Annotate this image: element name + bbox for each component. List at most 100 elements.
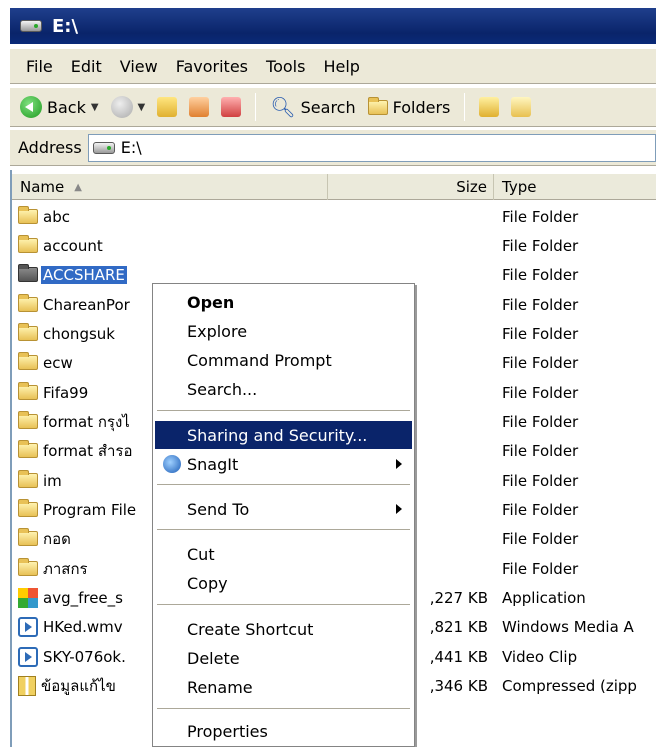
drive-icon <box>92 141 115 154</box>
menu-file[interactable]: File <box>20 57 65 76</box>
submenu-arrow-icon <box>396 504 402 514</box>
file-type: Application <box>502 588 586 607</box>
views-button[interactable] <box>475 94 503 120</box>
file-type: File Folder <box>502 559 579 578</box>
shared-folder-icon <box>18 264 38 282</box>
forward-button[interactable]: ▼ <box>107 93 150 121</box>
sync-icon <box>511 97 532 117</box>
forward-arrow-icon <box>110 96 133 118</box>
media-file-icon <box>18 616 38 637</box>
copy-to-button[interactable] <box>185 94 213 120</box>
list-item[interactable]: account File Folder <box>12 231 656 260</box>
menu-separator <box>157 529 410 530</box>
menu-edit[interactable]: Edit <box>65 57 114 76</box>
file-name: SKY-076ok. <box>43 647 126 666</box>
file-name: abc <box>43 207 70 226</box>
column-header: Name ▲ Size Type <box>12 174 656 200</box>
menu-item-send-to-label: Send To <box>187 499 250 519</box>
search-button[interactable]: 🔍︎ Search <box>266 92 359 122</box>
column-name[interactable]: Name ▲ <box>12 174 328 200</box>
folder-icon <box>18 558 38 576</box>
toolbar-separator <box>255 93 257 121</box>
list-item[interactable]: abc File Folder <box>12 202 656 231</box>
file-type: Windows Media A <box>502 617 634 636</box>
menu-item-search[interactable]: Search... <box>155 375 412 403</box>
menu-item-rename[interactable]: Rename <box>155 673 412 701</box>
menu-item-properties[interactable]: Properties <box>155 717 412 745</box>
column-type[interactable]: Type <box>494 174 656 200</box>
move-to-button[interactable] <box>217 94 245 120</box>
submenu-arrow-icon <box>396 459 402 469</box>
file-type: File Folder <box>502 529 579 548</box>
file-name: format กรุงไ <box>43 412 130 431</box>
folder-icon <box>18 352 38 370</box>
folders-button[interactable]: Folders <box>364 95 455 120</box>
file-type: File Folder <box>502 500 579 519</box>
file-type: Video Clip <box>502 647 578 666</box>
menu-item-command-prompt[interactable]: Command Prompt <box>155 346 412 374</box>
file-name: กอด <box>43 529 71 548</box>
menu-item-cut[interactable]: Cut <box>155 540 412 568</box>
menu-item-snagit-label: SnagIt <box>187 454 239 474</box>
file-type: File Folder <box>502 295 579 314</box>
file-name: Fifa99 <box>43 383 89 402</box>
back-button[interactable]: Back ▼ <box>16 93 103 121</box>
file-name: ChareanPor <box>43 295 130 314</box>
menu-item-explore[interactable]: Explore <box>155 317 412 345</box>
snagit-icon <box>163 455 181 473</box>
title-bar: E:\ <box>10 8 656 44</box>
folders-label: Folders <box>392 97 451 117</box>
application-icon <box>18 587 38 608</box>
media-file-icon <box>18 646 38 667</box>
menu-favorites[interactable]: Favorites <box>170 57 260 76</box>
menu-bar: File Edit View Favorites Tools Help <box>10 48 656 84</box>
sort-ascending-icon: ▲ <box>74 181 82 193</box>
folder-icon <box>18 235 38 253</box>
file-name: format สำรอ <box>43 441 133 460</box>
move-to-icon <box>221 97 242 117</box>
file-name: ecw <box>43 353 73 372</box>
menu-separator <box>157 604 410 605</box>
context-menu: Open Explore Command Prompt Search... Sh… <box>152 283 415 747</box>
menu-item-snagit[interactable]: SnagIt <box>155 450 412 478</box>
file-type: File Folder <box>502 207 579 226</box>
copy-to-icon <box>189 97 210 117</box>
menu-view[interactable]: View <box>114 57 170 76</box>
up-folder-button[interactable] <box>153 94 181 120</box>
folder-icon <box>18 528 38 546</box>
address-value: E:\ <box>120 138 142 157</box>
forward-dropdown-icon[interactable]: ▼ <box>138 102 146 113</box>
file-type: File Folder <box>502 324 579 343</box>
menu-separator <box>157 484 410 485</box>
column-name-label: Name <box>20 178 65 196</box>
column-size[interactable]: Size <box>328 174 494 200</box>
folder-icon <box>18 499 38 517</box>
folder-icon <box>18 382 38 400</box>
file-size <box>328 231 488 260</box>
sync-button[interactable] <box>507 94 535 120</box>
folder-icon <box>18 411 38 429</box>
menu-item-copy[interactable]: Copy <box>155 569 412 597</box>
menu-item-open[interactable]: Open <box>155 288 412 316</box>
menu-item-send-to[interactable]: Send To <box>155 495 412 523</box>
drive-icon <box>20 20 42 32</box>
window-title: E:\ <box>52 15 79 37</box>
views-icon <box>479 97 500 117</box>
file-name: HKed.wmv <box>43 617 123 636</box>
toolbar-separator <box>464 93 466 121</box>
address-bar: Address E:\ <box>10 130 656 166</box>
menu-item-delete[interactable]: Delete <box>155 644 412 672</box>
menu-item-sharing-and-security[interactable]: Sharing and Security... <box>155 421 412 449</box>
menu-item-create-shortcut[interactable]: Create Shortcut <box>155 615 412 643</box>
file-name: ข้อมูลแก้ไข <box>41 676 116 695</box>
back-dropdown-icon[interactable]: ▼ <box>91 102 99 113</box>
file-name: ACCSHARE <box>41 265 127 284</box>
file-size <box>328 202 488 231</box>
file-type: File Folder <box>502 353 579 372</box>
folders-icon <box>367 96 388 115</box>
folder-icon <box>18 440 38 458</box>
file-name: chongsuk <box>43 324 115 343</box>
menu-help[interactable]: Help <box>317 57 371 76</box>
address-input[interactable]: E:\ <box>87 133 656 162</box>
menu-tools[interactable]: Tools <box>260 57 317 76</box>
